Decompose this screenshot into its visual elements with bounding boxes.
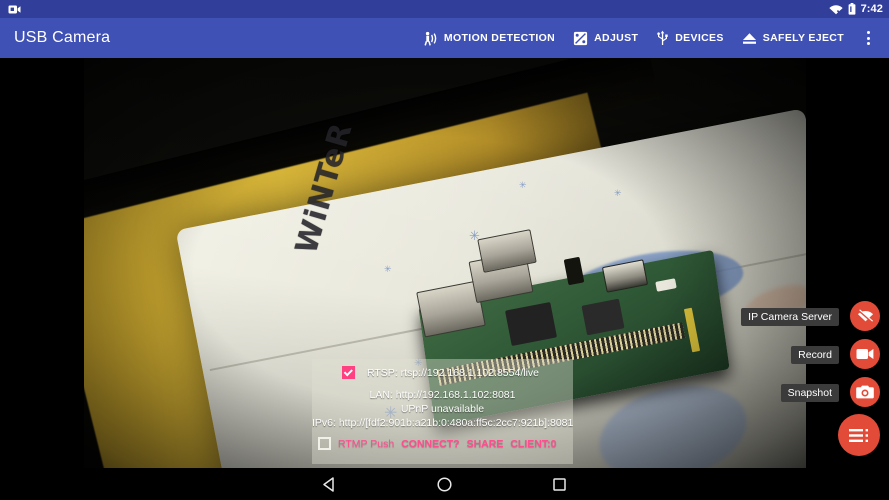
video-star: ✳ bbox=[384, 264, 392, 274]
adjust-button[interactable]: ADJUST bbox=[564, 27, 647, 50]
stream-action-row: RTMP Push CONNECT? SHARE CLIENT:0 bbox=[312, 437, 573, 450]
photo-camera-icon bbox=[856, 385, 874, 399]
battery-icon bbox=[848, 3, 855, 15]
client-count-label[interactable]: CLIENT:0 bbox=[510, 438, 556, 450]
nav-back-button[interactable] bbox=[272, 476, 387, 493]
rtmp-push-button[interactable]: RTMP Push bbox=[338, 438, 394, 450]
stream-info-overlay: RTSP: rtsp://192.168.1.102:8554/live LAN… bbox=[312, 359, 573, 464]
snapshot-button[interactable] bbox=[850, 377, 880, 407]
app-bar: USB Camera MOTION DETECTION ADJUST DEVIC… bbox=[0, 18, 889, 58]
video-camera-icon bbox=[8, 5, 21, 13]
status-bar-clock: 7:42 bbox=[860, 3, 883, 15]
record-tooltip: Record bbox=[791, 346, 839, 364]
adjust-icon bbox=[574, 31, 588, 45]
snapshot-fab-wrap bbox=[850, 377, 880, 407]
adjust-label: ADJUST bbox=[594, 32, 639, 44]
status-bar-system-icons: 7:42 bbox=[828, 3, 883, 15]
safely-eject-label: SAFELY EJECT bbox=[762, 32, 844, 44]
nav-recents-button[interactable] bbox=[502, 476, 617, 493]
list-menu-icon bbox=[849, 428, 868, 442]
nav-home-button[interactable] bbox=[387, 476, 502, 493]
video-star: ✳ bbox=[519, 180, 527, 190]
safely-eject-button[interactable]: SAFELY EJECT bbox=[733, 28, 853, 49]
stream-address-lines: LAN: http://192.168.1.102:8081 UPnP unav… bbox=[312, 388, 573, 430]
video-star: ✳ bbox=[614, 188, 622, 198]
ipv6-url-label: IPv6: http://[fdf2:901b:a21b:0:480a:ff5c… bbox=[312, 417, 574, 429]
status-bar: 7:42 bbox=[0, 0, 889, 18]
ip-camera-server-button[interactable] bbox=[850, 301, 880, 331]
status-bar-notifications bbox=[8, 4, 21, 15]
rtmp-push-checkbox[interactable] bbox=[318, 437, 331, 450]
devices-label: DEVICES bbox=[675, 32, 724, 44]
ip-camera-server-tooltip: IP Camera Server bbox=[741, 308, 839, 326]
devices-button[interactable]: DEVICES bbox=[647, 26, 733, 50]
record-fab-wrap bbox=[850, 339, 880, 369]
ip-camera-server-fab-wrap bbox=[850, 301, 880, 331]
eject-icon bbox=[742, 32, 756, 44]
screen: 7:42 USB Camera MOTION DETECTION ADJUST … bbox=[0, 0, 889, 500]
motion-detection-label: MOTION DETECTION bbox=[443, 32, 556, 44]
motion-detection-icon bbox=[424, 31, 437, 46]
rtsp-checkbox[interactable] bbox=[342, 366, 355, 379]
app-bar-actions: MOTION DETECTION ADJUST DEVICES SAFELY E… bbox=[414, 21, 881, 55]
back-triangle-icon bbox=[323, 476, 334, 492]
home-circle-icon bbox=[437, 476, 452, 492]
android-navigation-bar bbox=[0, 468, 889, 500]
wifi-off-icon bbox=[828, 4, 843, 15]
connect-button[interactable]: CONNECT? bbox=[401, 438, 459, 450]
main-fab-wrap bbox=[838, 414, 880, 456]
motion-detection-button[interactable]: MOTION DETECTION bbox=[414, 27, 564, 50]
record-button[interactable] bbox=[850, 339, 880, 369]
lan-url-label: LAN: http://192.168.1.102:8081 bbox=[369, 389, 516, 401]
upnp-status-label: UPnP unavailable bbox=[400, 403, 485, 415]
app-title: USB Camera bbox=[14, 29, 111, 46]
wifi-off-icon bbox=[857, 309, 873, 323]
main-menu-fab[interactable] bbox=[838, 414, 880, 456]
recents-square-icon bbox=[553, 477, 566, 491]
share-button[interactable]: SHARE bbox=[467, 438, 504, 450]
rtsp-row: RTSP: rtsp://192.168.1.102:8554/live bbox=[312, 366, 573, 379]
overflow-menu-icon[interactable] bbox=[855, 21, 881, 55]
usb-icon bbox=[657, 30, 668, 45]
rtsp-url-label: RTSP: rtsp://192.168.1.102:8554/live bbox=[367, 366, 539, 379]
video-camera-icon bbox=[856, 349, 874, 359]
snapshot-tooltip: Snapshot bbox=[780, 384, 839, 402]
